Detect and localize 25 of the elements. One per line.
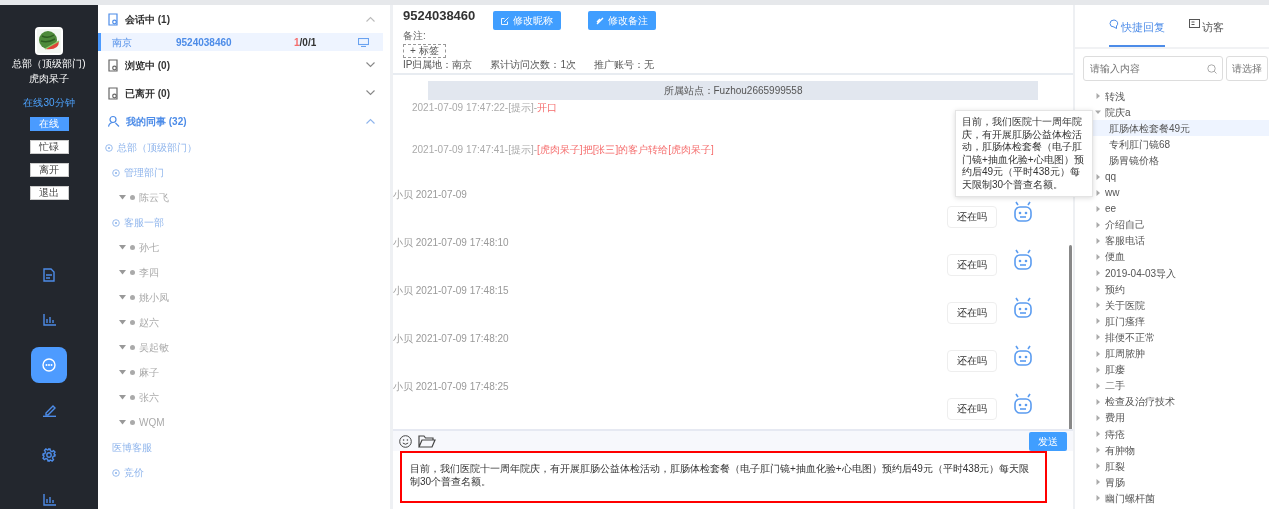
message-meta: 小贝 2021-07-09 17:48:10 bbox=[393, 237, 509, 249]
city-label: 南京 bbox=[112, 35, 133, 50]
visitor-title: 9524038460 bbox=[403, 7, 477, 25]
message-bubble: 还在吗 bbox=[947, 302, 997, 324]
user-name: 虎肉呆子 bbox=[29, 73, 69, 85]
message-meta: 小贝 2021-07-09 17:48:25 bbox=[393, 381, 509, 393]
department-name: 总部（顶级部门) bbox=[12, 58, 86, 70]
message-bubble: 还在吗 bbox=[947, 350, 997, 372]
visitor-info: 推广账号：无 bbox=[594, 59, 654, 71]
message-counts: 1/0/1 bbox=[294, 35, 318, 50]
message-meta: 小贝 2021-07-09 17:48:20 bbox=[393, 333, 509, 345]
online-time: 在线30分钟 bbox=[23, 97, 75, 109]
system-message: 2021-07-09 17:47:22-[提示]-开口 bbox=[412, 102, 558, 114]
message-bubble: 还在吗 bbox=[947, 206, 997, 228]
message-meta: 小贝 2021-07-09 17:48:15 bbox=[393, 285, 509, 297]
message-bubble: 还在吗 bbox=[947, 398, 997, 420]
message-bubble: 还在吗 bbox=[947, 254, 997, 276]
visitor-info: 累计访问次数：1次 bbox=[490, 59, 576, 71]
visitor-info: IP归属地：南京 bbox=[403, 59, 473, 71]
site-label: 所属站点：Fuzhou2665999558 bbox=[663, 84, 803, 98]
tooltip: 目前，我们医院十一周年院庆，有开展肛肠公益体检活动，肛肠体检套餐（电子肛门镜+抽血化验+心电图）预约后49元（平时438元）每天限制30个普查名额。 bbox=[955, 110, 1093, 197]
message-meta: 小贝 2021-07-09 bbox=[393, 189, 467, 201]
visitor-id: 9524038460 bbox=[176, 35, 233, 50]
system-message: 2021-07-09 17:47:41-[提示]-[虎肉呆子]把[张三]的客户转给[虎肉呆子] bbox=[412, 144, 714, 156]
note-label: 备注: bbox=[403, 30, 426, 41]
